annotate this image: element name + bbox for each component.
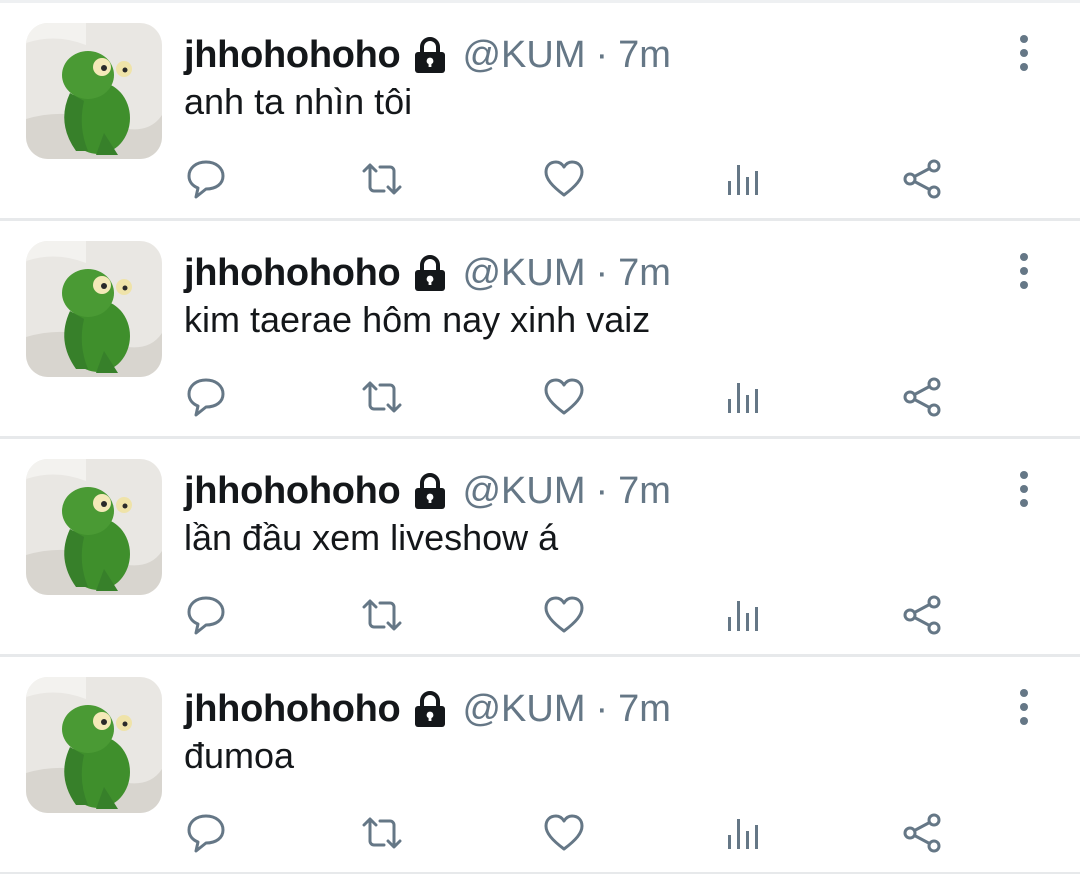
heart-icon[interactable] [542,593,586,637]
avatar[interactable] [26,241,162,377]
retweet-icon[interactable] [360,811,404,855]
reply-icon[interactable] [184,157,228,201]
tweet-header: jhhohohoho @KUM · 7m [184,249,671,297]
display-name[interactable]: jhhohohoho [184,688,401,731]
retweet-icon[interactable] [360,157,404,201]
separator-dot: · [595,687,609,730]
user-handle[interactable]: @KUM [462,34,585,77]
separator-dot: · [595,251,609,294]
share-icon[interactable] [900,593,944,637]
analytics-icon[interactable] [722,811,766,855]
timestamp[interactable]: 7m [618,688,671,731]
retweet-icon[interactable] [360,593,404,637]
heart-icon[interactable] [542,157,586,201]
lock-icon [412,690,448,728]
user-handle[interactable]: @KUM [462,252,585,295]
display-name[interactable]: jhhohohoho [184,252,401,295]
retweet-icon[interactable] [360,375,404,419]
analytics-icon[interactable] [722,593,766,637]
tweet-header: jhhohohoho @KUM · 7m [184,685,671,733]
more-vertical-icon[interactable] [1010,469,1038,509]
share-icon[interactable] [900,157,944,201]
tweet-text: anh ta nhìn tôi [184,81,413,122]
tweet-feed: jhhohohoho @KUM · 7m anh ta nhìn tôi jhh… [0,0,1080,874]
user-handle[interactable]: @KUM [462,688,585,731]
heart-icon[interactable] [542,811,586,855]
tweet-item[interactable]: jhhohohoho @KUM · 7m đumoa [0,657,1080,874]
more-vertical-icon[interactable] [1010,687,1038,727]
lock-icon [412,36,448,74]
tweet-item[interactable]: jhhohohoho @KUM · 7m anh ta nhìn tôi [0,3,1080,221]
heart-icon[interactable] [542,375,586,419]
timestamp[interactable]: 7m [618,34,671,77]
tweet-text: đumoa [184,735,295,776]
reply-icon[interactable] [184,811,228,855]
avatar[interactable] [26,677,162,813]
more-vertical-icon[interactable] [1010,33,1038,73]
avatar[interactable] [26,459,162,595]
timestamp[interactable]: 7m [618,470,671,513]
tweet-item[interactable]: jhhohohoho @KUM · 7m kim taerae hôm nay … [0,221,1080,439]
lock-icon [412,254,448,292]
separator-dot: · [595,469,609,512]
tweet-text: kim taerae hôm nay xinh vaiz [184,299,651,340]
lock-icon [412,472,448,510]
user-handle[interactable]: @KUM [462,470,585,513]
share-icon[interactable] [900,811,944,855]
analytics-icon[interactable] [722,375,766,419]
tweet-text: lần đầu xem liveshow á [184,517,559,558]
avatar[interactable] [26,23,162,159]
share-icon[interactable] [900,375,944,419]
analytics-icon[interactable] [722,157,766,201]
tweet-header: jhhohohoho @KUM · 7m [184,467,671,515]
tweet-header: jhhohohoho @KUM · 7m [184,31,671,79]
timestamp[interactable]: 7m [618,252,671,295]
reply-icon[interactable] [184,375,228,419]
more-vertical-icon[interactable] [1010,251,1038,291]
display-name[interactable]: jhhohohoho [184,34,401,77]
tweet-item[interactable]: jhhohohoho @KUM · 7m lần đầu xem livesho… [0,439,1080,657]
display-name[interactable]: jhhohohoho [184,470,401,513]
separator-dot: · [595,33,609,76]
reply-icon[interactable] [184,593,228,637]
